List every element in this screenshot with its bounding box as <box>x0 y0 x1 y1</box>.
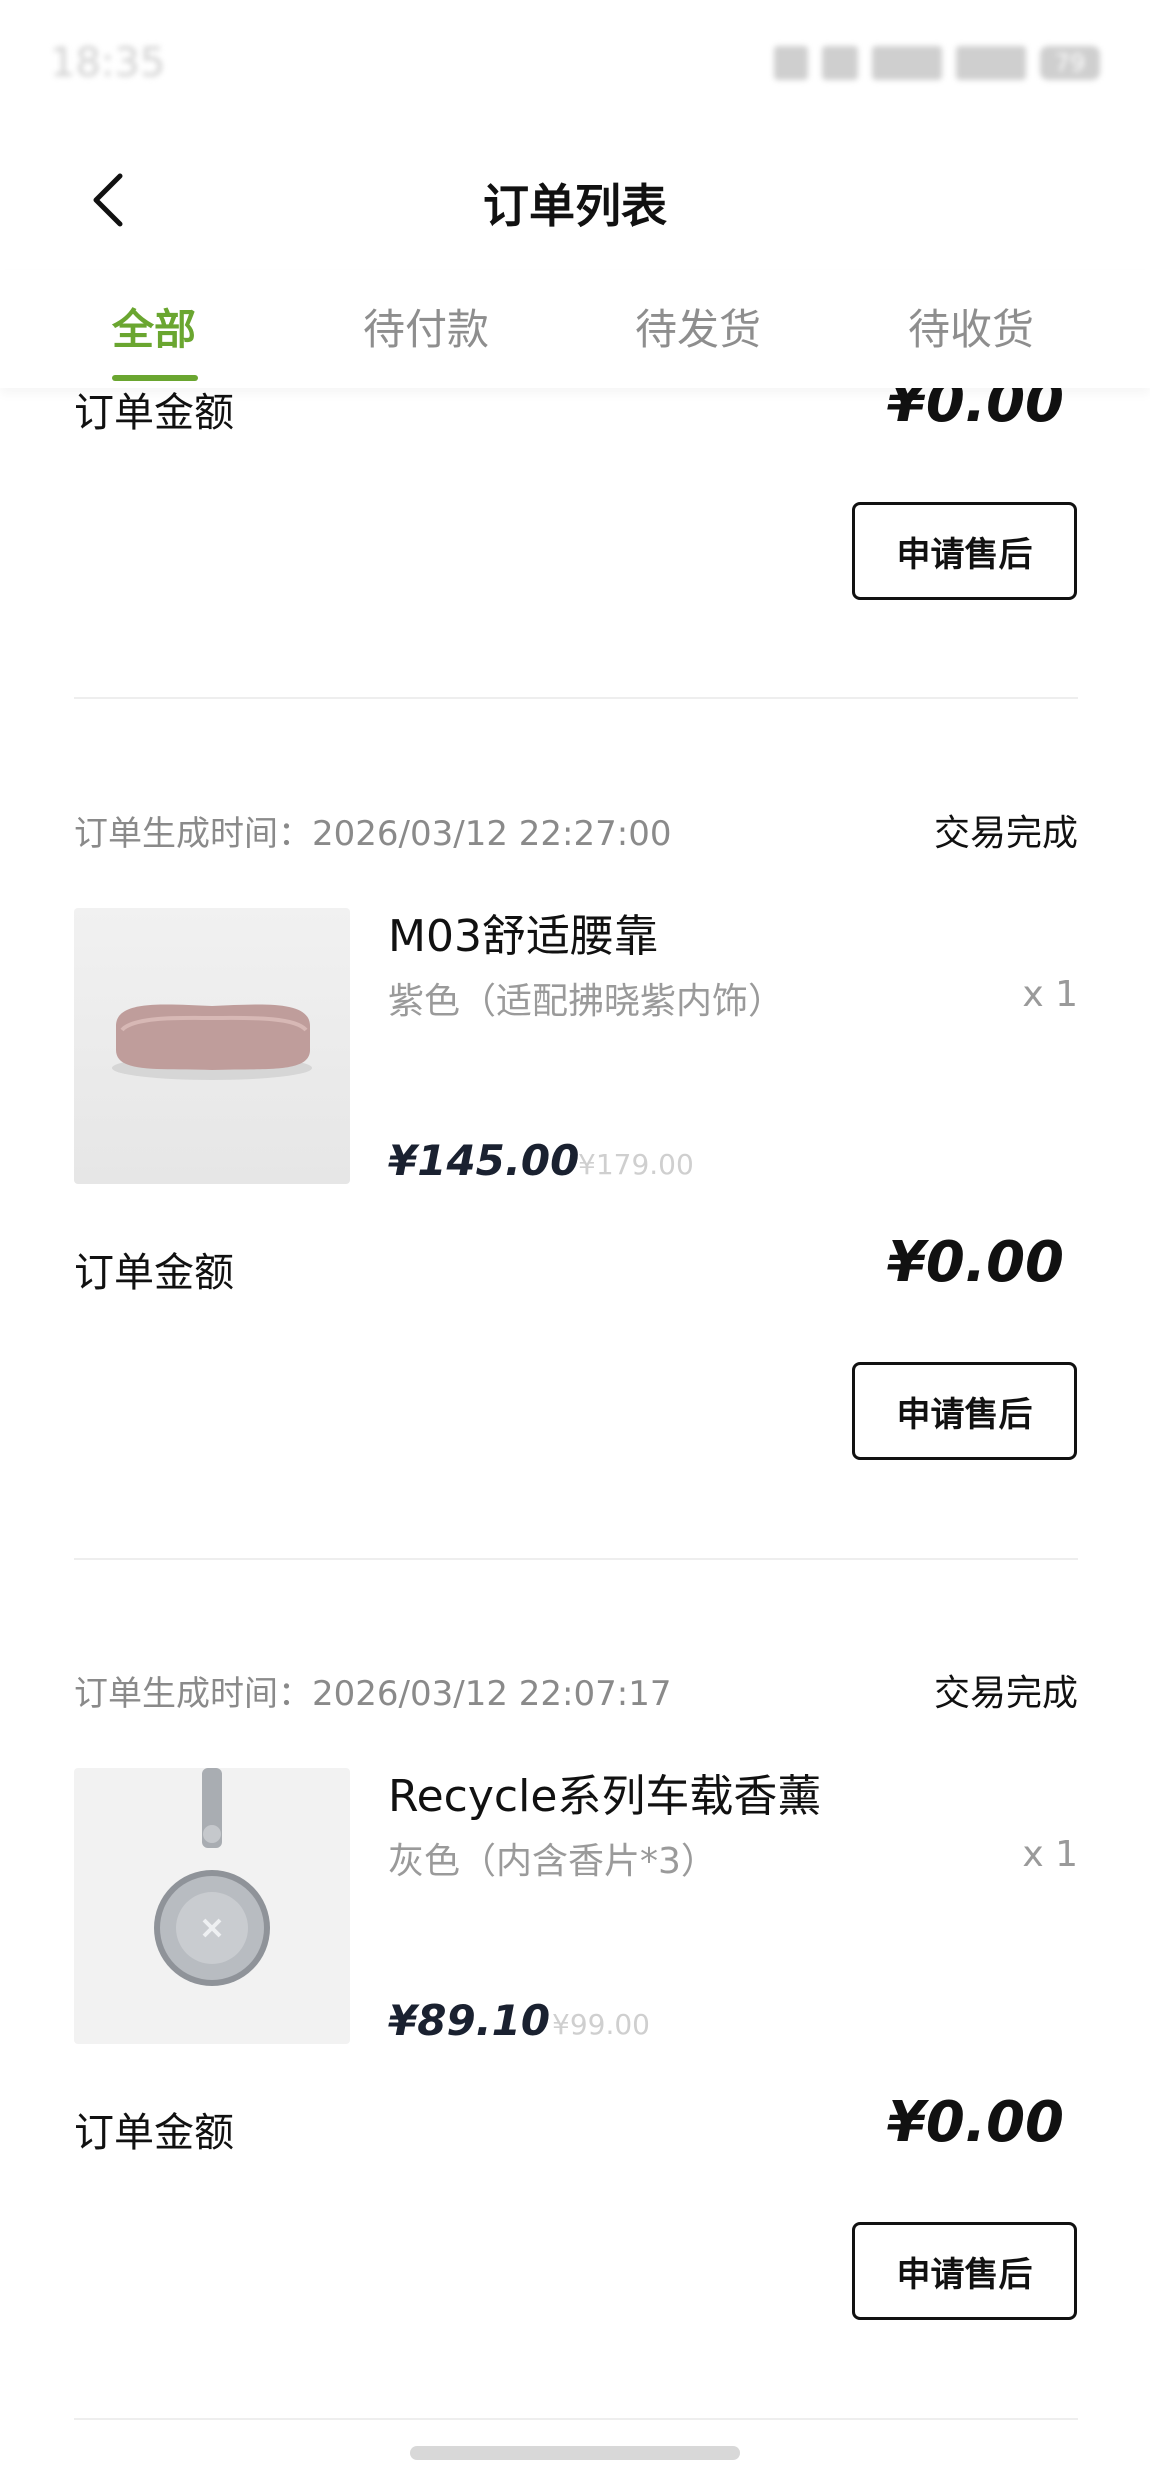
product-spec: 灰色（内含香片*3） <box>388 1841 717 1882</box>
status-icons: 79 <box>774 46 1100 80</box>
product-price: ¥145.00 <box>388 1136 580 1185</box>
after-sale-button[interactable]: 申请售后 <box>852 2222 1077 2320</box>
product-name[interactable]: M03舒适腰靠 <box>388 900 658 964</box>
order-divider <box>74 1558 1078 1560</box>
product-quantity: x 1 <box>1022 1834 1078 1875</box>
tab-pending-shipment[interactable]: 待发货 <box>608 296 788 357</box>
tab-pending-receipt[interactable]: 待收货 <box>881 296 1061 357</box>
order-total-value: ¥0.00 <box>886 1230 1064 1295</box>
battery-icon: 79 <box>1040 46 1100 80</box>
nav-bar: 订单列表 <box>0 130 1150 270</box>
tab-pending-payment[interactable]: 待付款 <box>336 296 516 357</box>
order-divider <box>74 2418 1078 2420</box>
product-original-price: ¥179.00 <box>578 1148 694 1181</box>
order-total-label: 订单金额 <box>74 1250 234 1296</box>
product-spec: 紫色（适配拂晓紫内饰） <box>388 981 785 1022</box>
order-status: 交易完成 <box>933 813 1078 854</box>
page-title: 订单列表 <box>483 179 667 233</box>
order-divider <box>74 697 1078 699</box>
status-bar: 18:35 79 <box>0 0 1150 130</box>
product-name[interactable]: Recycle系列车载香薰 <box>388 1760 821 1824</box>
order-total-label: 订单金额 <box>74 2110 234 2156</box>
car-aroma-diffuser-image <box>154 1768 270 1986</box>
network-speed-icon <box>822 46 858 80</box>
home-indicator[interactable] <box>410 2446 740 2460</box>
tab-all[interactable]: 全部 <box>64 296 244 357</box>
product-original-price: ¥99.00 <box>552 2008 650 2041</box>
product-thumbnail[interactable] <box>74 1768 350 2044</box>
vibrate-icon <box>774 46 808 80</box>
order-total-value: ¥0.00 <box>886 2090 1064 2155</box>
status-time: 18:35 <box>50 40 166 86</box>
product-price: ¥89.10 <box>388 1996 551 2045</box>
lumbar-pillow-image <box>112 1004 312 1080</box>
after-sale-button[interactable]: 申请售后 <box>852 502 1077 600</box>
order-total-label: 订单金额 <box>74 390 234 436</box>
product-thumbnail[interactable] <box>74 908 350 1184</box>
order-tabs: 全部 待付款 待发货 待收货 <box>0 270 1150 388</box>
after-sale-button[interactable]: 申请售后 <box>852 1362 1077 1460</box>
tab-active-indicator <box>112 375 198 381</box>
signal-icon-2 <box>956 46 1026 80</box>
signal-icon <box>872 46 942 80</box>
product-quantity: x 1 <box>1022 974 1078 1015</box>
order-time: 订单生成时间：2026/03/12 22:07:17 <box>74 1674 672 1714</box>
order-time: 订单生成时间：2026/03/12 22:27:00 <box>74 814 672 854</box>
order-status: 交易完成 <box>933 1673 1078 1714</box>
